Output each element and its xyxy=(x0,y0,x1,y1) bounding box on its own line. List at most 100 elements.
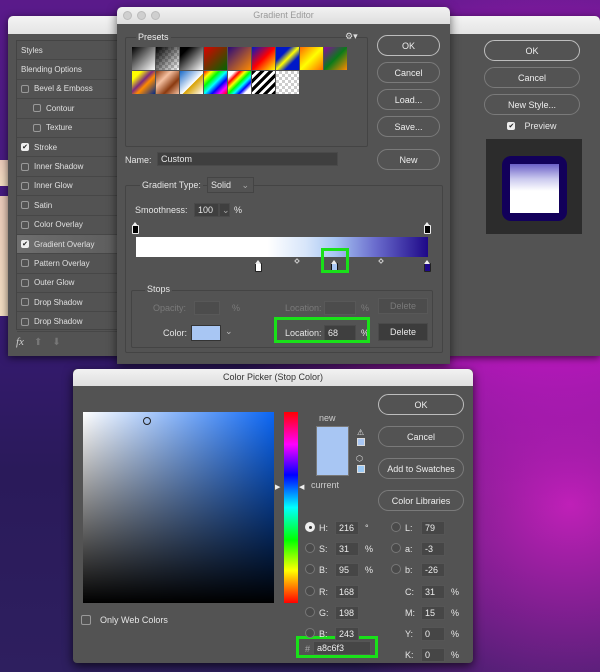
style-item[interactable]: Inner Glow xyxy=(17,177,125,197)
preset-swatch[interactable] xyxy=(228,47,251,70)
web-safe-cube-icon[interactable]: ⬡ xyxy=(356,454,363,463)
new-button[interactable]: New xyxy=(377,149,440,170)
new-style-button[interactable]: New Style... xyxy=(484,94,580,115)
preset-swatch[interactable] xyxy=(276,47,299,70)
preset-swatch[interactable] xyxy=(180,71,203,94)
color-stop[interactable] xyxy=(424,260,431,272)
style-checkbox[interactable]: ✔ xyxy=(21,240,29,249)
style-checkbox[interactable] xyxy=(21,317,29,326)
style-checkbox[interactable] xyxy=(21,84,29,93)
hue-slider-right-arrow[interactable]: ◀ xyxy=(299,483,304,491)
radio-b[interactable] xyxy=(305,564,315,574)
gamut-swatch[interactable] xyxy=(357,438,365,446)
radio-l[interactable] xyxy=(391,522,401,532)
field-input-b[interactable]: 95 xyxy=(335,563,359,577)
style-item[interactable]: ✔ Gradient Overlay xyxy=(17,234,125,255)
saturation-brightness-field[interactable] xyxy=(83,412,274,603)
field-input-s[interactable]: 31 xyxy=(335,542,359,556)
style-item[interactable]: Drop Shadow xyxy=(17,312,125,332)
field-input-c[interactable]: 31 xyxy=(421,585,445,599)
radio-g[interactable] xyxy=(305,607,315,617)
style-item[interactable]: ✔ Stroke xyxy=(17,138,125,158)
style-item[interactable]: Satin xyxy=(17,196,125,216)
style-item[interactable]: Contour xyxy=(17,99,125,119)
web-safe-swatch[interactable] xyxy=(357,465,365,473)
preset-swatch[interactable] xyxy=(228,71,251,94)
smoothness-dropdown[interactable]: ⌄ xyxy=(219,203,230,217)
field-input-a[interactable]: -3 xyxy=(421,542,445,556)
style-item[interactable]: Pattern Overlay xyxy=(17,254,125,274)
style-item[interactable]: Drop Shadow xyxy=(17,293,125,313)
preset-swatch[interactable] xyxy=(204,71,227,94)
preset-swatch[interactable] xyxy=(156,71,179,94)
preset-swatch[interactable] xyxy=(252,47,275,70)
add-to-swatches-button[interactable]: Add to Swatches xyxy=(378,458,464,479)
style-item[interactable]: Color Overlay xyxy=(17,216,125,235)
style-checkbox[interactable] xyxy=(21,220,29,229)
preview-checkbox[interactable]: ✔ xyxy=(507,122,516,130)
move-down-icon[interactable]: ⬇ xyxy=(52,337,60,348)
cancel-button[interactable]: Cancel xyxy=(484,67,580,88)
style-item[interactable]: Texture xyxy=(17,119,125,138)
minimize-button[interactable] xyxy=(137,11,146,20)
ok-button[interactable]: OK xyxy=(484,40,580,61)
style-checkbox[interactable] xyxy=(21,259,29,268)
style-checkbox[interactable] xyxy=(21,181,29,190)
color-stop[interactable] xyxy=(254,260,262,272)
radio-s[interactable] xyxy=(305,543,315,553)
chevron-down-icon[interactable]: ⌄ xyxy=(225,326,233,337)
style-item[interactable]: Blending Options xyxy=(17,60,125,80)
gradient-type-select[interactable]: Solid ⌄ xyxy=(207,177,254,193)
field-input-r[interactable]: 168 xyxy=(335,585,359,599)
preset-swatch[interactable] xyxy=(180,47,203,70)
hue-slider[interactable] xyxy=(284,412,298,603)
style-checkbox[interactable] xyxy=(33,123,41,132)
preset-swatch[interactable] xyxy=(132,71,155,94)
cancel-button[interactable]: Cancel xyxy=(377,62,440,83)
preset-swatch[interactable] xyxy=(300,47,323,70)
preset-swatch[interactable] xyxy=(252,71,275,94)
style-checkbox[interactable] xyxy=(21,162,29,171)
style-item[interactable]: Inner Shadow xyxy=(17,157,125,177)
gradient-bar[interactable] xyxy=(136,237,428,257)
style-checkbox[interactable] xyxy=(33,104,41,113)
preset-swatch[interactable] xyxy=(204,47,227,70)
field-input-m[interactable]: 15 xyxy=(421,606,445,620)
stop-color-swatch[interactable] xyxy=(191,325,221,341)
radio-bl[interactable] xyxy=(305,628,315,638)
field-input-l[interactable]: 79 xyxy=(421,521,445,535)
style-item[interactable]: Outer Glow xyxy=(17,274,125,294)
style-checkbox[interactable] xyxy=(21,201,29,210)
preset-swatch[interactable] xyxy=(132,47,155,70)
preset-swatch[interactable] xyxy=(156,47,179,70)
color-cursor[interactable] xyxy=(143,417,151,425)
style-item[interactable]: Styles xyxy=(17,41,125,61)
fx-icon[interactable]: fx xyxy=(16,336,24,348)
gear-icon[interactable]: ⚙▾ xyxy=(345,31,358,42)
color-libraries-button[interactable]: Color Libraries xyxy=(378,490,464,511)
field-input-g[interactable]: 198 xyxy=(335,606,359,620)
opacity-stop[interactable] xyxy=(132,222,139,234)
field-input-bl[interactable]: 243 xyxy=(335,627,359,641)
save-button[interactable]: Save... xyxy=(377,116,440,137)
field-input-h[interactable]: 216 xyxy=(335,521,359,535)
cancel-button[interactable]: Cancel xyxy=(378,426,464,447)
radio-r[interactable] xyxy=(305,586,315,596)
radio-a[interactable] xyxy=(391,543,401,553)
field-input-y[interactable]: 0 xyxy=(421,627,445,641)
zoom-button[interactable] xyxy=(151,11,160,20)
field-input-b[interactable]: -26 xyxy=(421,563,445,577)
preset-swatch[interactable] xyxy=(324,47,347,70)
style-checkbox[interactable] xyxy=(21,298,29,307)
preset-swatch[interactable] xyxy=(276,71,299,94)
opacity-stop[interactable] xyxy=(424,222,431,234)
delete-stop-button[interactable]: Delete xyxy=(378,323,428,341)
preview-toggle[interactable]: ✔ Preview xyxy=(484,121,580,131)
only-web-colors-toggle[interactable]: Only Web Colors xyxy=(81,615,168,625)
style-checkbox[interactable] xyxy=(21,278,29,287)
smoothness-input[interactable]: 100 xyxy=(194,203,219,217)
style-checkbox[interactable]: ✔ xyxy=(21,143,29,152)
name-input[interactable]: Custom xyxy=(157,152,338,166)
only-web-colors-checkbox[interactable] xyxy=(81,615,91,625)
load-button[interactable]: Load... xyxy=(377,89,440,110)
